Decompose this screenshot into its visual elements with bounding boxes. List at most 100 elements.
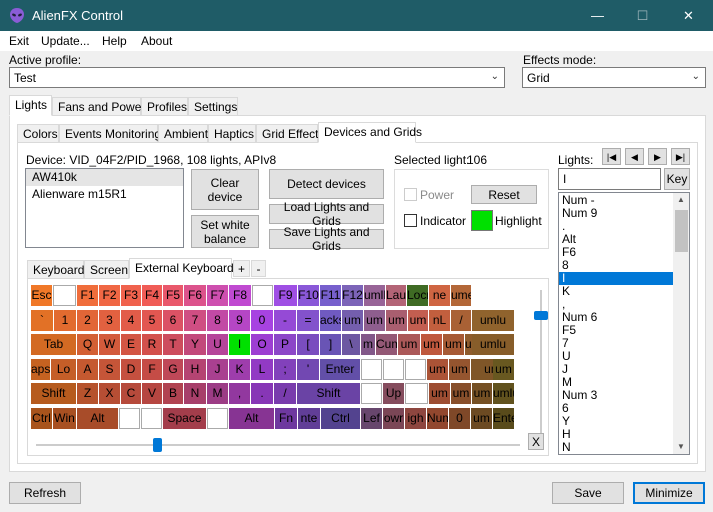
light-item[interactable]: I [559, 272, 673, 285]
grid-key[interactable] [141, 408, 162, 429]
grid-key[interactable]: umlu [472, 310, 514, 331]
tab-profiles[interactable]: Profiles [141, 97, 188, 116]
tab-settings[interactable]: Settings [188, 97, 238, 116]
grid-key[interactable]: um [451, 383, 471, 404]
power-checkbox[interactable] [404, 188, 417, 201]
grid-key[interactable] [207, 408, 228, 429]
light-item[interactable]: Num - [559, 194, 673, 207]
lights-list[interactable]: Num - Num 9. Alt F6 8 I K, Num 6 F5 7 U J M Num 36YHN… [558, 192, 690, 455]
grid-key[interactable]: W [99, 334, 120, 355]
device-item[interactable]: Alienware m15R1 [26, 186, 183, 203]
tab-keyboard-grid[interactable]: Keyboard [27, 260, 84, 279]
grid-key[interactable]: - [274, 310, 296, 331]
horizontal-slider-thumb[interactable] [153, 438, 162, 452]
grid-key[interactable]: 8 [207, 310, 228, 331]
grid-key[interactable]: L [251, 359, 273, 380]
refresh-button[interactable]: Refresh [9, 482, 81, 504]
grid-key[interactable]: Esc [31, 285, 52, 306]
tab-devices-and-grids[interactable]: Devices and Grids [318, 122, 422, 143]
grid-key[interactable]: um [472, 383, 492, 404]
grid-key[interactable]: nte [298, 408, 320, 429]
light-item[interactable]: M [559, 376, 673, 389]
grid-key[interactable]: um [386, 310, 407, 331]
light-item[interactable]: J [559, 363, 673, 376]
grid-key[interactable] [405, 359, 426, 380]
horizontal-slider-track[interactable] [36, 444, 520, 446]
grid-key[interactable]: P [274, 334, 296, 355]
clear-device-button[interactable]: Clear device [191, 169, 259, 210]
grid-key[interactable]: F8 [229, 285, 251, 306]
grid-key[interactable]: 0 [449, 408, 470, 429]
grid-key[interactable]: um [443, 334, 464, 355]
grid-key[interactable]: F3 [121, 285, 141, 306]
minimize-button[interactable]: Minimize [633, 482, 705, 504]
grid-key[interactable] [361, 383, 382, 404]
highlight-color-swatch[interactable] [471, 210, 493, 231]
grid-key[interactable]: 9 [229, 310, 250, 331]
grid-key[interactable]: 5 [142, 310, 162, 331]
device-item[interactable]: AW410k [26, 169, 183, 186]
tab-screen-grid[interactable]: Screen [84, 260, 129, 279]
grid-key[interactable]: ne [429, 285, 450, 306]
grid-key[interactable]: acksp [320, 310, 341, 331]
grid-key[interactable]: Lef [361, 408, 382, 429]
clear-grid-button[interactable]: X [528, 433, 544, 450]
menu-about[interactable]: About [141, 34, 172, 48]
grid-key[interactable]: F10 [298, 285, 319, 306]
light-item[interactable]: Num 9 [559, 207, 673, 220]
grid-key[interactable]: F11 [320, 285, 341, 306]
scroll-up-icon[interactable]: ▲ [677, 195, 685, 204]
set-white-balance-button[interactable]: Set white balance [191, 215, 259, 248]
scrollbar-thumb[interactable] [675, 210, 688, 252]
grid-key[interactable]: ` [31, 310, 53, 331]
remove-grid-button[interactable]: - [251, 260, 266, 277]
grid-key[interactable]: umlu [472, 334, 514, 355]
grid-key[interactable]: I [229, 334, 250, 355]
grid-key[interactable]: / [274, 383, 296, 404]
grid-key[interactable]: ] [320, 334, 341, 355]
grid-key[interactable]: Cum [376, 334, 397, 355]
grid-key[interactable]: M [207, 383, 228, 404]
add-grid-button[interactable]: + [233, 260, 250, 277]
grid-key[interactable]: F6 [184, 285, 206, 306]
load-lights-grids-button[interactable]: Load Lights and Grids [269, 200, 384, 228]
grid-key[interactable]: F12 [342, 285, 363, 306]
grid-key[interactable]: um [449, 359, 470, 380]
menu-help[interactable]: Help [102, 34, 127, 48]
menu-exit[interactable]: Exit [9, 34, 29, 48]
scroll-down-icon[interactable]: ▼ [677, 442, 685, 451]
light-item[interactable]: H [559, 428, 673, 441]
grid-key[interactable]: Fn [275, 408, 297, 429]
grid-key[interactable]: Alt [229, 408, 274, 429]
grid-key[interactable]: Ctrl [31, 408, 52, 429]
grid-key[interactable]: K [229, 359, 250, 380]
grid-key[interactable]: J [207, 359, 228, 380]
grid-key[interactable]: F1 [77, 285, 98, 306]
light-item[interactable]: U [559, 350, 673, 363]
grid-key[interactable] [119, 408, 140, 429]
key-button[interactable]: Key [664, 168, 690, 190]
light-item[interactable]: , [559, 298, 673, 311]
tab-grid-effect[interactable]: Grid Effect [256, 124, 318, 143]
grid-key[interactable]: Ctrl [321, 408, 360, 429]
grid-key[interactable]: um [398, 334, 420, 355]
grid-key[interactable]: igh [405, 408, 426, 429]
lights-scrollbar[interactable]: ▲ ▼ [673, 193, 689, 454]
grid-key[interactable]: B [163, 383, 183, 404]
grid-key[interactable]: nL [429, 310, 450, 331]
save-button[interactable]: Save [552, 482, 624, 504]
grid-key[interactable]: owr [383, 408, 404, 429]
grid-key[interactable]: Tab [31, 334, 76, 355]
grid-key[interactable]: O [251, 334, 273, 355]
grid-key[interactable]: Locne [407, 285, 428, 306]
grid-key[interactable]: Win [53, 408, 76, 429]
grid-key[interactable] [252, 285, 273, 306]
grid-key[interactable]: m [361, 334, 375, 355]
grid-key[interactable]: U [207, 334, 228, 355]
light-item[interactable]: Y [559, 415, 673, 428]
tab-haptics[interactable]: Haptics [208, 124, 256, 143]
light-search-input[interactable]: I [558, 168, 661, 190]
grid-key[interactable]: S [99, 359, 120, 380]
grid-key[interactable]: Shift [297, 383, 360, 404]
grid-key[interactable]: Alt [77, 408, 118, 429]
